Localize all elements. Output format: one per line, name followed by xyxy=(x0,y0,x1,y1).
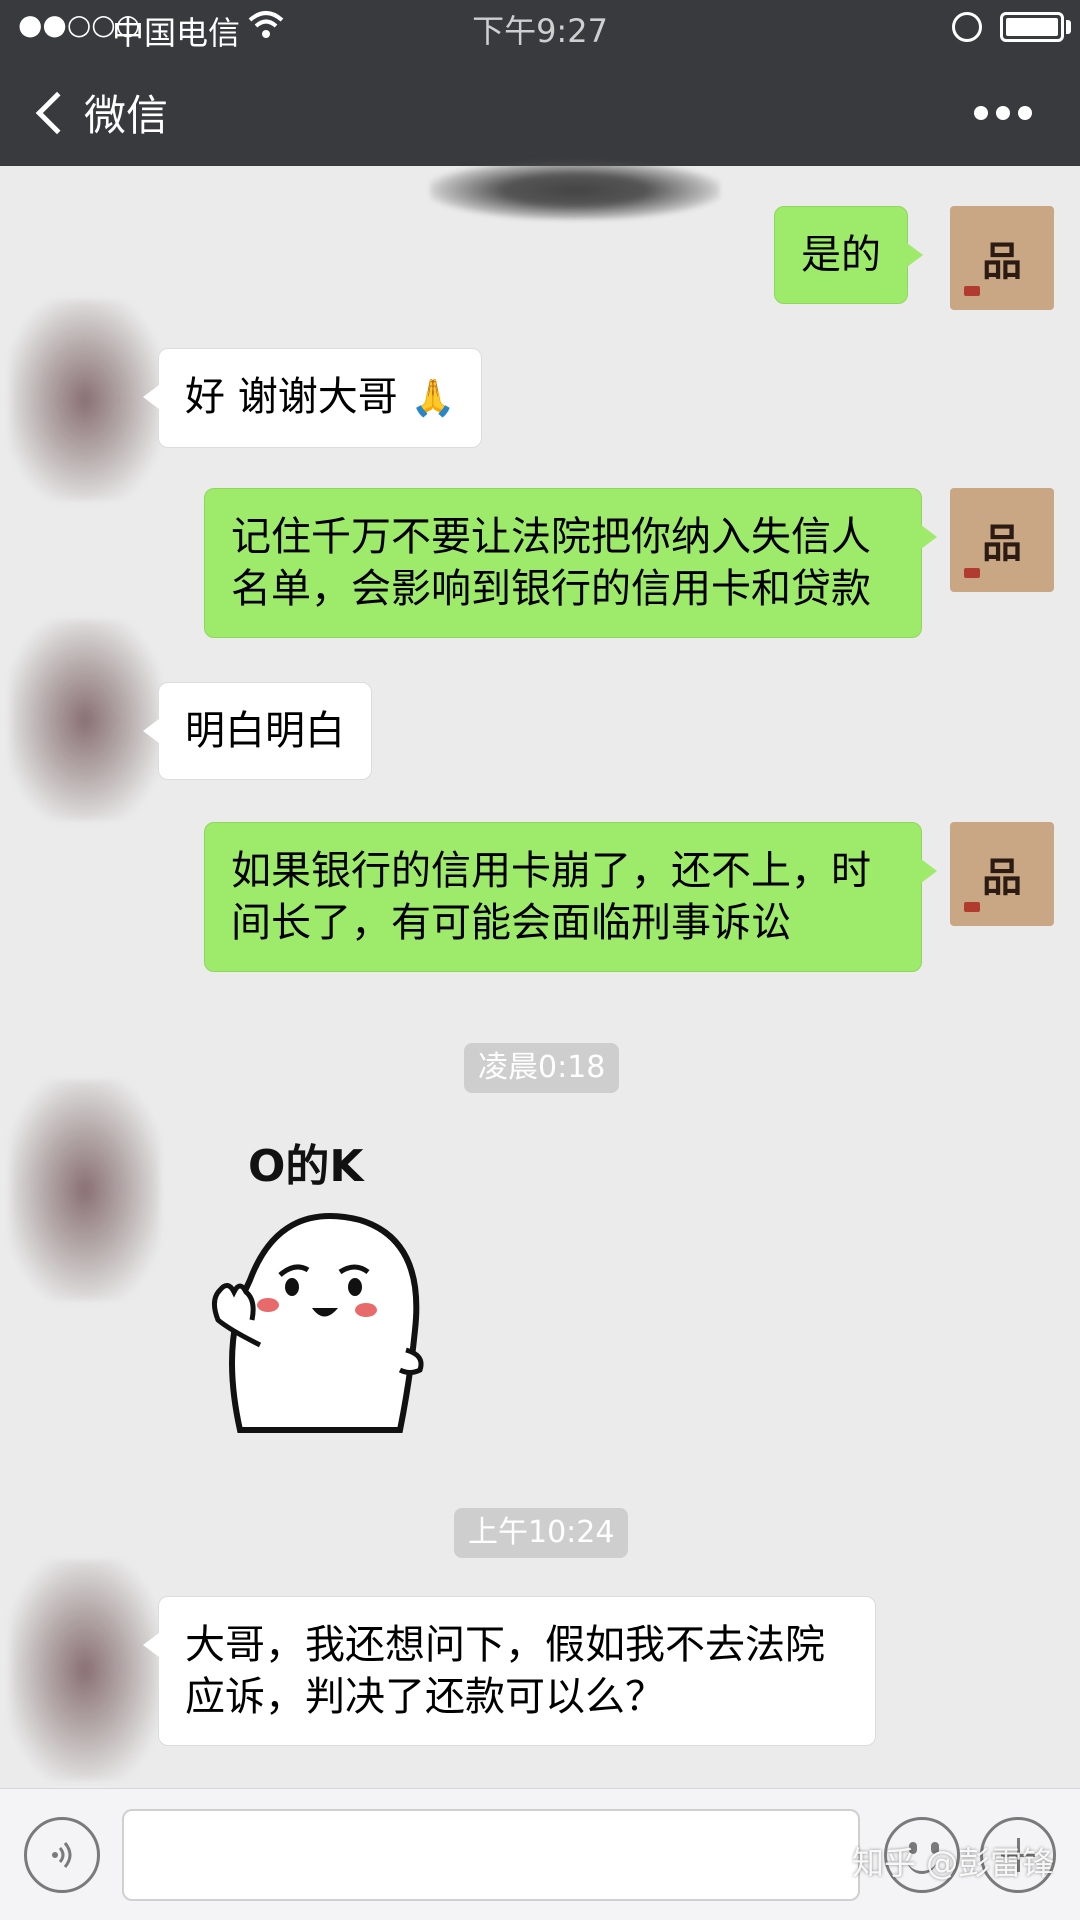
status-time: 下午9:27 xyxy=(472,12,608,50)
message-text: 如果银行的信用卡崩了，还不上，时间长了，有可能会面临刑事诉讼 xyxy=(231,848,871,946)
nav-bar: 微信 xyxy=(0,56,1080,166)
avatar-redacted[interactable] xyxy=(10,300,160,500)
watermark: 知乎 @彭雷锋 xyxy=(852,1844,1055,1882)
message-input[interactable] xyxy=(122,1809,860,1901)
avatar-redacted[interactable] xyxy=(10,620,160,820)
voice-button[interactable] xyxy=(24,1817,100,1893)
pray-hands-icon: 🙏 xyxy=(410,378,456,419)
voice-icon xyxy=(52,1842,72,1868)
status-bar: ●●○○○ 中国电信 下午9:27 xyxy=(0,0,1080,56)
message-text: 是的 xyxy=(801,232,881,278)
lock-rotation-icon xyxy=(952,12,982,42)
avatar[interactable]: 品 xyxy=(950,822,1054,926)
more-icon xyxy=(974,106,988,120)
message-text: 记住千万不要让法院把你纳入失信人名单，会影响到银行的信用卡和贷款 xyxy=(231,514,871,612)
timestamp: 上午10:24 xyxy=(454,1508,629,1558)
avatar-redacted[interactable] xyxy=(10,1080,160,1300)
message-bubble-outgoing[interactable]: 如果银行的信用卡崩了，还不上，时间长了，有可能会面临刑事诉讼 xyxy=(204,822,937,972)
message-bubble-outgoing[interactable]: 记住千万不要让法院把你纳入失信人名单，会影响到银行的信用卡和贷款 xyxy=(204,488,937,638)
message-text: 大哥，我还想问下，假如我不去法院应诉，判决了还款可以么？ xyxy=(185,1622,825,1720)
timestamp: 凌晨0:18 xyxy=(464,1043,620,1093)
avatar-redacted[interactable] xyxy=(10,1560,160,1780)
back-button[interactable]: 微信 xyxy=(28,82,168,143)
sticker-figure-icon xyxy=(212,1213,424,1433)
message-text: 好 谢谢大哥 xyxy=(185,374,398,420)
sticker-ok[interactable]: O的K xyxy=(200,1130,440,1450)
battery-icon xyxy=(1000,12,1064,42)
avatar[interactable]: 品 xyxy=(950,488,1054,592)
back-label: 微信 xyxy=(84,91,169,140)
avatar[interactable]: 品 xyxy=(950,206,1054,310)
battery-tip xyxy=(1066,20,1071,34)
more-button[interactable] xyxy=(974,106,1032,120)
back-chevron-icon xyxy=(35,91,79,134)
message-bubble-incoming[interactable]: 好 谢谢大哥 🙏 xyxy=(142,348,483,448)
message-bubble-incoming[interactable]: 明白明白 xyxy=(143,682,372,780)
message-bubble-incoming[interactable]: 大哥，我还想问下，假如我不去法院应诉，判决了还款可以么？ xyxy=(143,1596,876,1746)
message-text: 明白明白 xyxy=(185,708,345,754)
message-bubble-outgoing[interactable]: 是的 xyxy=(774,206,923,304)
top-bar: ●●○○○ 中国电信 下午9:27 微信 xyxy=(0,0,1080,166)
redaction-scribble xyxy=(430,160,720,220)
